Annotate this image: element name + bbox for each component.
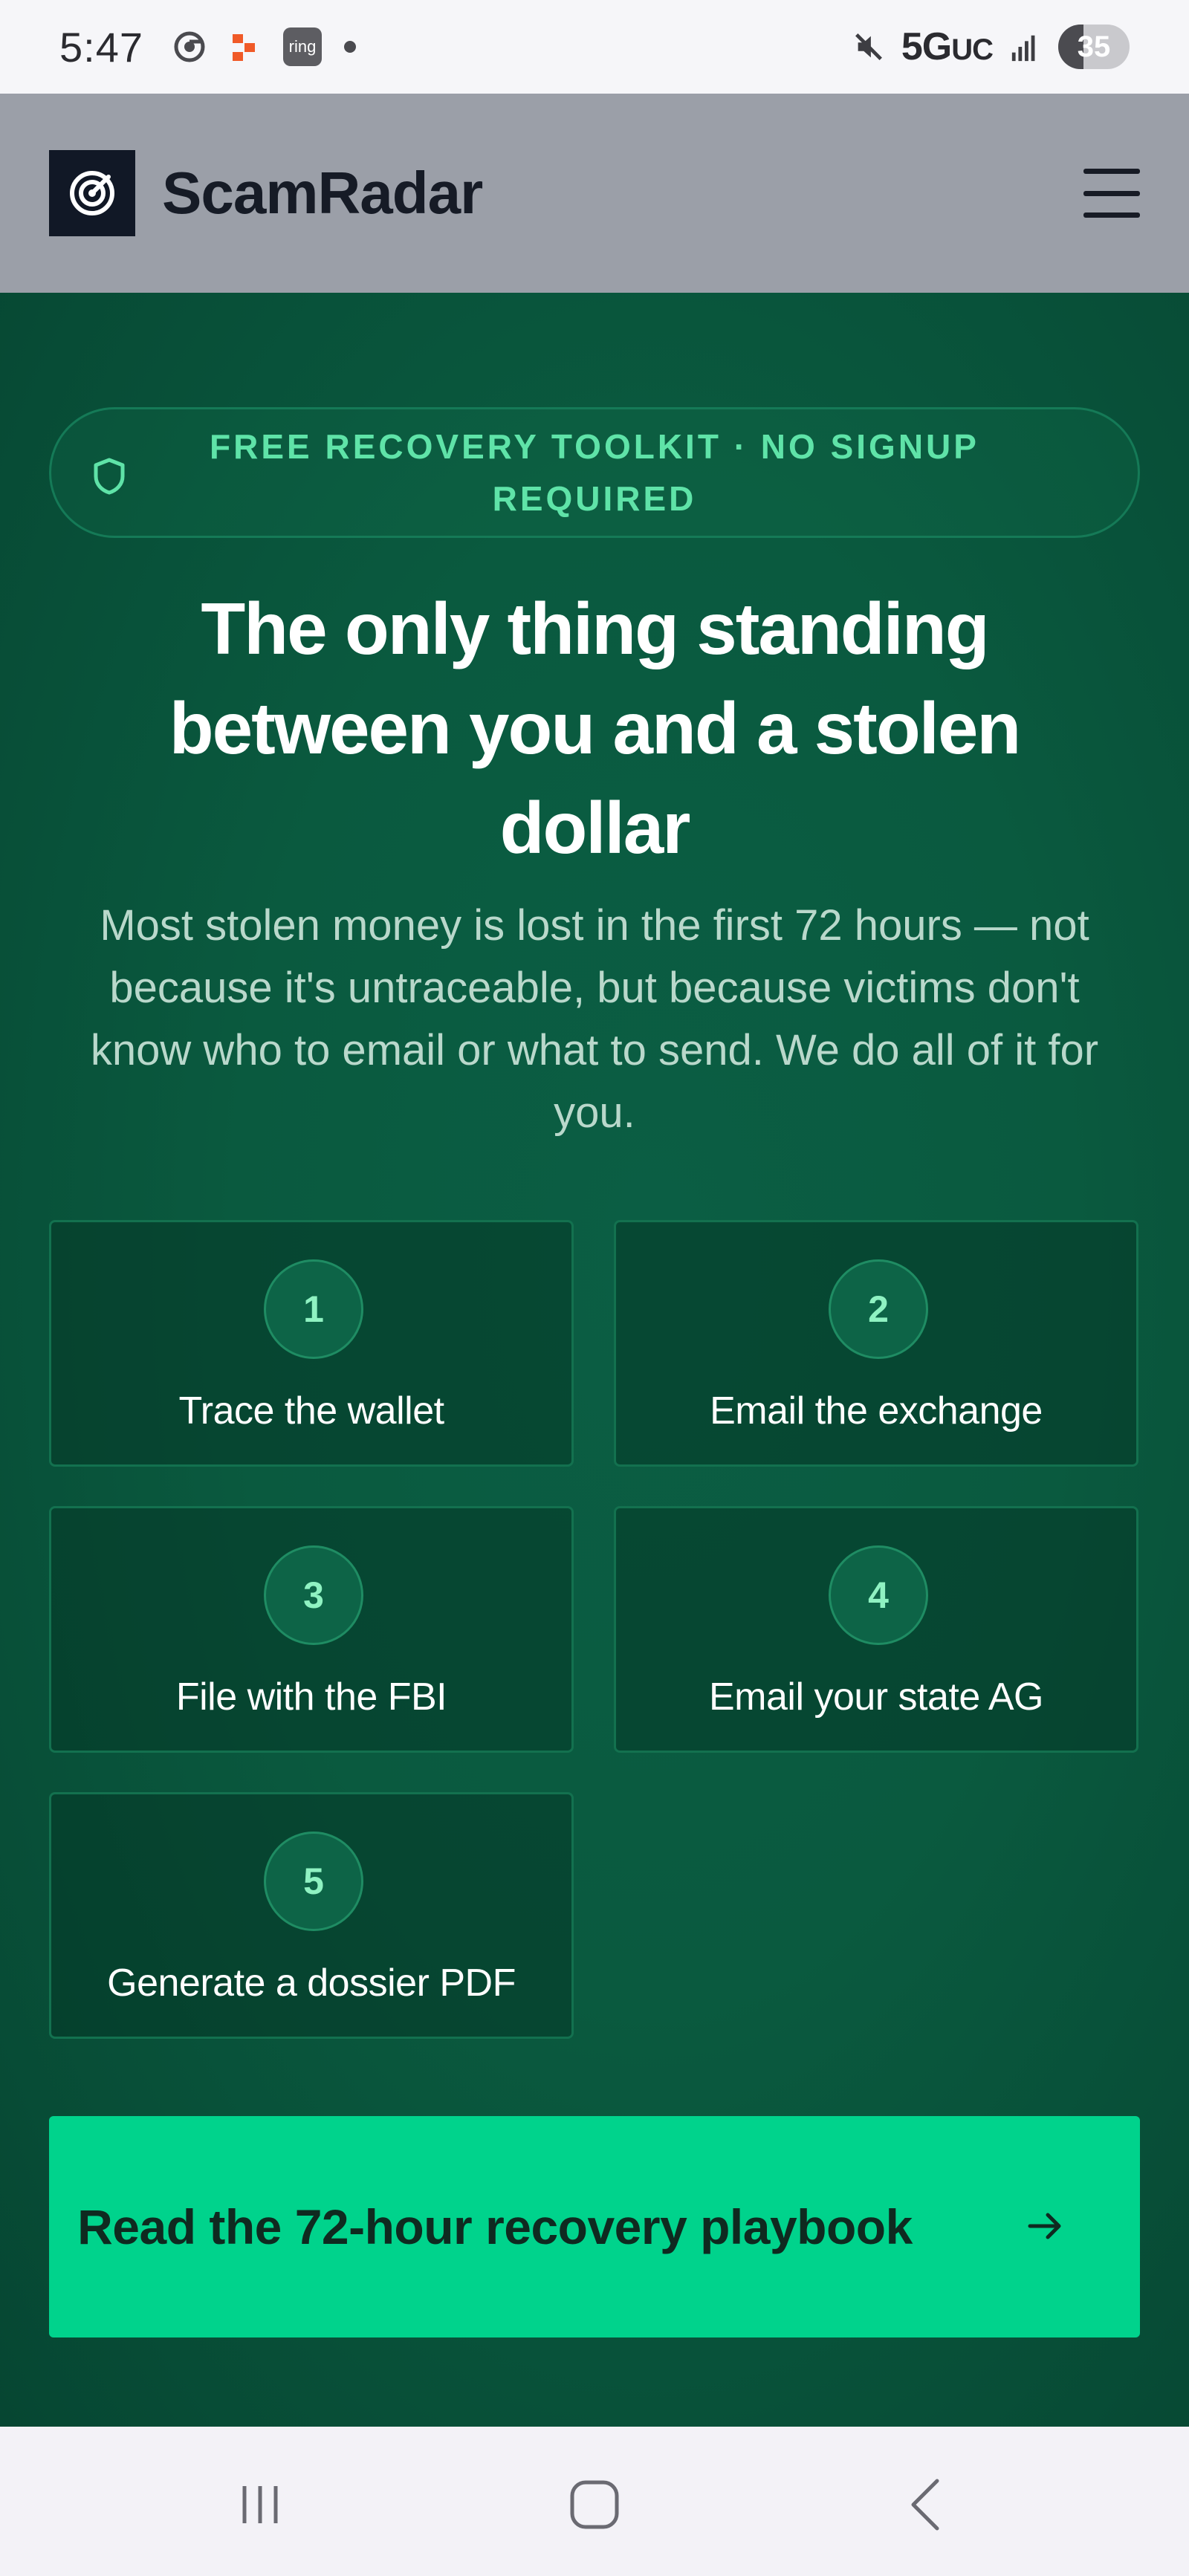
mute-icon bbox=[852, 30, 885, 63]
hero-subtitle: Most stolen money is lost in the first 7… bbox=[90, 901, 1099, 1137]
recent-apps-icon[interactable] bbox=[223, 2471, 297, 2538]
step-card-dossier-pdf[interactable]: 5 Generate a dossier PDF bbox=[49, 1792, 574, 2039]
ring-label: ring bbox=[288, 37, 317, 56]
hero-title: The only thing standing between you and … bbox=[169, 588, 1022, 869]
battery-indicator: 35 bbox=[1058, 25, 1130, 69]
hero-section: FREE RECOVERY TOOLKIT · NO SIGNUP REQUIR… bbox=[0, 293, 1189, 2427]
step-number: 4 bbox=[829, 1545, 928, 1645]
badge-text: FREE RECOVERY TOOLKIT · NO SIGNUP REQUIR… bbox=[210, 427, 979, 518]
step-number: 3 bbox=[264, 1545, 363, 1645]
status-bar: 5:47 ring 5GUC 35 bbox=[0, 0, 1189, 94]
network-type: 5GUC bbox=[901, 25, 994, 69]
menu-line bbox=[1083, 169, 1140, 174]
step-card-file-fbi[interactable]: 3 File with the FBI bbox=[49, 1506, 574, 1753]
menu-line bbox=[1083, 212, 1140, 218]
notification-dot-icon bbox=[344, 41, 356, 53]
step-label: Email your state AG bbox=[708, 1675, 1044, 1719]
step-number: 2 bbox=[829, 1259, 928, 1359]
back-icon[interactable] bbox=[889, 2471, 963, 2538]
brand-name[interactable]: ScamRadar bbox=[162, 159, 483, 227]
status-notification-icons: ring bbox=[173, 27, 356, 66]
step-card-email-exchange[interactable]: 2 Email the exchange bbox=[614, 1220, 1138, 1467]
battery-percent: 35 bbox=[1077, 30, 1111, 63]
ring-app-icon: ring bbox=[283, 27, 322, 66]
step-number: 1 bbox=[264, 1259, 363, 1359]
cta-label: Read the 72-hour recovery playbook bbox=[77, 2199, 913, 2254]
status-time: 5:47 bbox=[59, 23, 143, 71]
status-system-icons: 5GUC 35 bbox=[852, 25, 1130, 69]
app-notification-icon bbox=[228, 30, 261, 63]
step-card-trace-wallet[interactable]: 1 Trace the wallet bbox=[49, 1220, 574, 1467]
network-suffix: UC bbox=[951, 33, 994, 66]
step-label: File with the FBI bbox=[175, 1675, 447, 1719]
home-icon[interactable] bbox=[557, 2471, 632, 2538]
arrow-right-icon bbox=[1028, 2213, 1061, 2239]
step-card-email-state-ag[interactable]: 4 Email your state AG bbox=[614, 1506, 1138, 1753]
system-nav-bar bbox=[0, 2427, 1189, 2576]
toolkit-badge: FREE RECOVERY TOOLKIT · NO SIGNUP REQUIR… bbox=[49, 407, 1140, 538]
step-label: Trace the wallet bbox=[178, 1389, 444, 1433]
hamburger-menu-icon[interactable] bbox=[1083, 169, 1140, 218]
signal-icon bbox=[1009, 30, 1042, 63]
menu-line bbox=[1083, 190, 1140, 196]
step-label: Generate a dossier PDF bbox=[107, 1962, 516, 2005]
network-label: 5G bbox=[901, 25, 952, 68]
app-header: ScamRadar bbox=[0, 94, 1189, 293]
radar-icon[interactable] bbox=[49, 150, 135, 236]
shield-icon bbox=[94, 458, 125, 495]
step-number: 5 bbox=[264, 1832, 363, 1931]
recovery-playbook-button[interactable]: Read the 72-hour recovery playbook bbox=[49, 2116, 1140, 2337]
step-label: Email the exchange bbox=[710, 1389, 1043, 1433]
chrome-icon bbox=[173, 30, 206, 63]
